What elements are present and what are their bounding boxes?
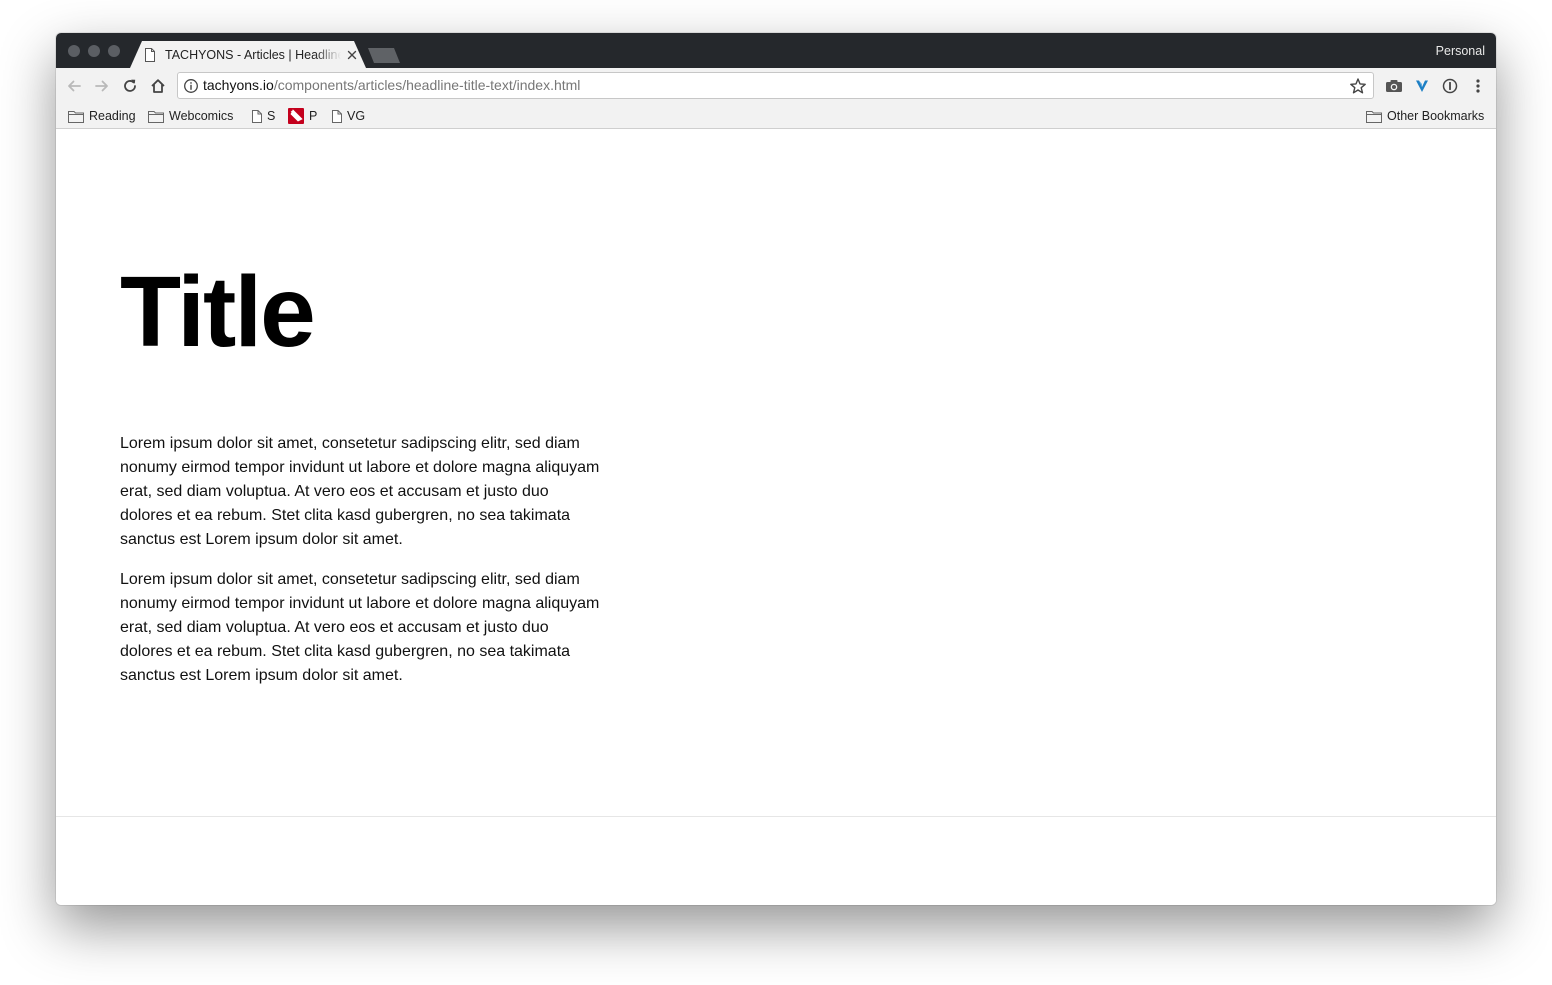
- bookmark-folder-webcomics[interactable]: Webcomics: [148, 107, 233, 125]
- close-window-button[interactable]: [68, 45, 80, 57]
- browser-toolbar: tachyons.io/components/articles/headline…: [56, 68, 1496, 104]
- article-title: Title: [120, 256, 316, 368]
- profile-button[interactable]: Personal: [1436, 44, 1485, 58]
- url-host: tachyons.io: [203, 77, 274, 93]
- pin-favicon-icon: [288, 108, 304, 124]
- zoom-window-button[interactable]: [108, 45, 120, 57]
- folder-icon: [68, 110, 84, 123]
- bookmark-s[interactable]: S: [252, 107, 275, 125]
- address-bar[interactable]: tachyons.io/components/articles/headline…: [177, 72, 1374, 99]
- browser-window: TACHYONS - Articles | Headline Title Tex…: [56, 33, 1496, 905]
- minimize-window-button[interactable]: [88, 45, 100, 57]
- v-logo-icon[interactable]: [1412, 76, 1432, 96]
- divider: [56, 816, 1496, 817]
- bookmark-label: Reading: [89, 109, 136, 123]
- info-icon[interactable]: [183, 78, 199, 94]
- star-icon[interactable]: [1349, 77, 1367, 95]
- reload-icon[interactable]: [120, 76, 140, 96]
- bookmarks-bar: Reading Webcomics S P VG Other Bookmarks: [56, 104, 1496, 129]
- page-icon: [252, 109, 262, 123]
- password-manager-icon[interactable]: [1440, 76, 1460, 96]
- arrow-left-icon[interactable]: [64, 76, 84, 96]
- bookmark-p[interactable]: P: [288, 107, 317, 125]
- tab-title: TACHYONS - Articles | Headline Title Tex…: [165, 47, 341, 62]
- bookmark-label: Webcomics: [169, 109, 234, 123]
- page-content: Title Lorem ipsum dolor sit amet, conset…: [56, 129, 1496, 905]
- folder-icon: [1366, 110, 1382, 123]
- bookmark-label: P: [309, 109, 318, 123]
- article-paragraph: Lorem ipsum dolor sit amet, consetetur s…: [120, 435, 600, 548]
- camera-icon[interactable]: [1384, 76, 1404, 96]
- bookmark-label: VG: [347, 109, 366, 123]
- new-tab-button[interactable]: [368, 48, 400, 63]
- url-text[interactable]: tachyons.io/components/articles/headline…: [203, 73, 580, 98]
- article-paragraph: Lorem ipsum dolor sit amet, consetetur s…: [120, 571, 600, 684]
- arrow-right-icon[interactable]: [92, 76, 112, 96]
- article-body: Lorem ipsum dolor sit amet, consetetur s…: [120, 432, 600, 704]
- tab-strip: TACHYONS - Articles | Headline Title Tex…: [56, 33, 1496, 68]
- bookmark-label: Other Bookmarks: [1387, 109, 1485, 123]
- other-bookmarks-folder[interactable]: Other Bookmarks: [1366, 107, 1484, 125]
- home-icon[interactable]: [148, 76, 168, 96]
- url-path: /components/articles/headline-title-text…: [273, 77, 581, 93]
- bookmark-vg[interactable]: VG: [332, 107, 365, 125]
- bookmark-label: S: [267, 109, 276, 123]
- kebab-menu-icon[interactable]: [1468, 76, 1488, 96]
- tab-active-content[interactable]: TACHYONS - Articles | Headline Title Tex…: [144, 41, 359, 68]
- bookmark-folder-reading[interactable]: Reading: [68, 107, 136, 125]
- folder-icon: [148, 110, 164, 123]
- page-icon: [144, 47, 156, 62]
- close-icon[interactable]: [345, 48, 359, 62]
- page-icon: [332, 109, 342, 123]
